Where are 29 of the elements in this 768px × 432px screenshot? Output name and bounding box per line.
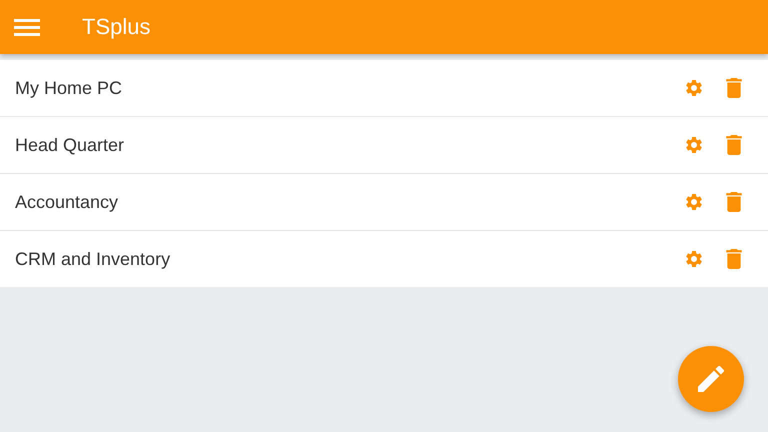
connection-row[interactable]: My Home PC <box>0 60 768 117</box>
delete-button[interactable] <box>726 78 742 98</box>
settings-button[interactable] <box>684 192 704 212</box>
connection-name: Accountancy <box>15 192 120 212</box>
app-title: TSplus <box>82 14 150 40</box>
trash-icon <box>726 135 742 155</box>
trash-icon <box>726 249 742 269</box>
connection-row[interactable]: Head Quarter <box>0 117 768 174</box>
settings-button[interactable] <box>684 249 704 269</box>
trash-icon <box>726 192 742 212</box>
connection-name: My Home PC <box>15 78 124 98</box>
delete-button[interactable] <box>726 135 742 155</box>
connection-name: CRM and Inventory <box>15 248 172 270</box>
pencil-icon <box>698 366 724 392</box>
connection-row[interactable]: CRM and Inventory <box>0 231 768 287</box>
edit-button[interactable] <box>678 346 744 412</box>
settings-button[interactable] <box>684 78 704 98</box>
settings-button[interactable] <box>684 135 704 155</box>
menu-icon <box>14 17 40 37</box>
connection-row[interactable]: Accountancy <box>0 174 768 231</box>
trash-icon <box>726 78 742 98</box>
delete-button[interactable] <box>726 249 742 269</box>
delete-button[interactable] <box>726 192 742 212</box>
settings-icon <box>684 135 704 155</box>
connection-name: Head Quarter <box>15 134 126 156</box>
menu-button[interactable] <box>14 17 40 37</box>
settings-icon <box>684 192 704 212</box>
settings-icon <box>684 249 704 269</box>
settings-icon <box>684 78 704 98</box>
